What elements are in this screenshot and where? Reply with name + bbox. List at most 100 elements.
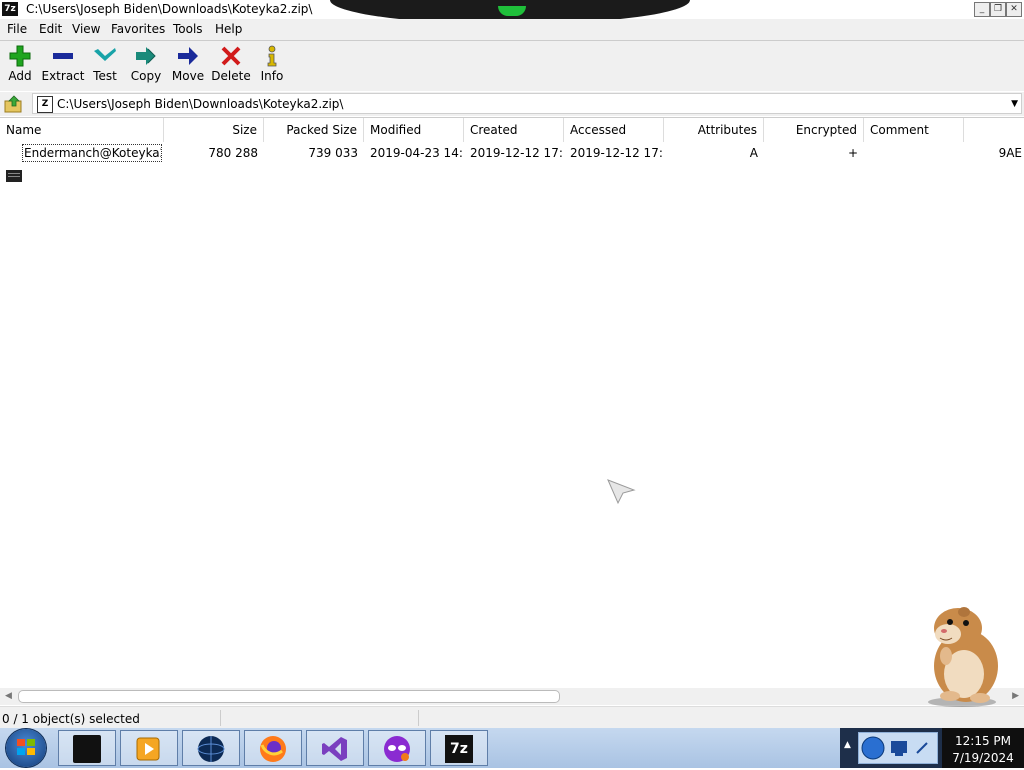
taskbar: 7z ▲ 12:15 PM 7/19/2024 [0, 728, 1024, 768]
plus-icon [9, 45, 31, 67]
info-label: Info [260, 69, 284, 83]
taskbar-terminal[interactable] [58, 730, 116, 766]
x-icon [221, 46, 241, 66]
scrollbar-thumb[interactable] [18, 690, 560, 703]
taskbar-firefox[interactable] [244, 730, 302, 766]
windows-logo-icon [17, 739, 35, 755]
cell-packed-size: 739 033 [308, 146, 358, 160]
chevron-down-icon[interactable]: ▼ [1011, 97, 1018, 112]
menu-view[interactable]: View [72, 22, 100, 37]
delete-label: Delete [211, 69, 251, 83]
column-header-accessed[interactable]: Accessed [564, 118, 664, 142]
globe-icon [197, 736, 225, 762]
taskbar-7zip[interactable]: 7z [430, 730, 488, 766]
extract-label: Extract [41, 69, 85, 83]
status-led-icon [498, 6, 526, 16]
extract-button[interactable]: Extract [40, 41, 86, 91]
column-header-packed-size[interactable]: Packed Size [264, 118, 364, 142]
window-title: C:\Users\Joseph Biden\Downloads\Koteyka2… [26, 2, 313, 16]
status-bar: 0 / 1 object(s) selected [0, 706, 1024, 729]
cell-encrypted: + [847, 146, 858, 160]
network-icon [861, 736, 928, 760]
menu-help[interactable]: Help [215, 22, 242, 37]
cell-size: 780 288 [208, 146, 258, 160]
tray-expand-icon[interactable]: ▲ [844, 740, 851, 750]
move-button[interactable]: Move [168, 41, 208, 91]
table-row[interactable]: Endermanch@Koteyka2... 780 288 739 033 2… [0, 142, 1024, 182]
clock-time: 12:15 PM [955, 734, 1011, 748]
file-list: Name Size Packed Size Modified Created A… [0, 117, 1024, 706]
system-tray: ▲ [840, 728, 942, 768]
menu-tools[interactable]: Tools [173, 22, 203, 37]
address-bar: Z C:\Users\Joseph Biden\Downloads\Koteyk… [0, 92, 1024, 116]
7zip-icon: 7z [445, 735, 473, 763]
terminal-icon [73, 735, 101, 763]
status-divider [220, 710, 221, 726]
test-label: Test [93, 69, 117, 83]
test-button[interactable]: Test [86, 41, 124, 91]
taskbar-visual-studio[interactable] [306, 730, 364, 766]
cell-accessed: 2019-12-12 17:12 [570, 146, 664, 160]
firefox-icon [260, 736, 286, 762]
cell-overflow: 9AE [998, 146, 1022, 160]
address-path: C:\Users\Joseph Biden\Downloads\Koteyka2… [57, 97, 344, 111]
mouse-pointer-icon [607, 479, 636, 505]
column-header-created[interactable]: Created [464, 118, 564, 142]
move-label: Move [171, 69, 205, 83]
hamster-pet-icon [928, 607, 998, 707]
copy-label: Copy [130, 69, 162, 83]
visual-studio-icon [322, 737, 347, 761]
column-header-attributes[interactable]: Attributes [664, 118, 764, 142]
minus-icon [53, 53, 73, 59]
horizontal-scrollbar[interactable]: ◀ ▶ [0, 688, 1024, 705]
taskbar-media-player[interactable] [120, 730, 178, 766]
column-header-size[interactable]: Size [164, 118, 264, 142]
cell-attributes: A [749, 146, 758, 160]
copy-button[interactable]: Copy [124, 41, 168, 91]
address-field[interactable]: Z C:\Users\Joseph Biden\Downloads\Koteyk… [32, 93, 1022, 114]
taskbar-clock[interactable]: 12:15 PM 7/19/2024 [942, 728, 1024, 768]
menu-favorites[interactable]: Favorites [111, 22, 165, 37]
column-header-extra [964, 118, 1024, 142]
file-icon [6, 170, 22, 182]
menu-file[interactable]: File [7, 22, 27, 37]
menu-bar: File Edit View Favorites Tools Help [0, 19, 1024, 41]
start-button[interactable] [6, 729, 46, 767]
status-divider [418, 710, 419, 726]
info-button[interactable]: Info [254, 41, 290, 91]
column-header-name[interactable]: Name [0, 118, 164, 142]
scroll-left-icon[interactable]: ◀ [5, 689, 12, 704]
mask-icon [384, 736, 410, 762]
arrow-right-icon [178, 47, 198, 65]
zip-icon: Z [37, 96, 53, 113]
clock-date: 7/19/2024 [952, 751, 1014, 765]
column-header-comment[interactable]: Comment [864, 118, 964, 142]
cell-modified: 2019-04-23 14:11 [370, 146, 464, 160]
restore-button[interactable]: ❐ [990, 2, 1006, 17]
app-icon: 7z [2, 2, 18, 16]
close-button[interactable]: ✕ [1006, 2, 1022, 17]
taskbar-mask-app[interactable] [368, 730, 426, 766]
selection-status: 0 / 1 object(s) selected [2, 712, 140, 726]
scroll-right-icon[interactable]: ▶ [1012, 689, 1019, 704]
cell-created: 2019-12-12 17:12 [470, 146, 564, 160]
column-header-modified[interactable]: Modified [364, 118, 464, 142]
check-icon [94, 48, 116, 61]
cell-name[interactable]: Endermanch@Koteyka2... [22, 144, 162, 162]
folder-up-icon [4, 95, 22, 113]
toolbar: Add Extract Test Copy Move Delete Info [0, 41, 1024, 91]
add-button[interactable]: Add [0, 41, 40, 91]
add-label: Add [8, 69, 32, 83]
info-icon [267, 45, 277, 67]
minimize-button[interactable]: _ [974, 2, 990, 17]
taskbar-globe[interactable] [182, 730, 240, 766]
column-header-encrypted[interactable]: Encrypted [764, 118, 864, 142]
up-folder-button[interactable] [4, 95, 24, 113]
cell-comment [864, 145, 964, 161]
tray-icons[interactable] [858, 732, 938, 764]
menu-edit[interactable]: Edit [39, 22, 62, 37]
media-player-icon [136, 737, 160, 761]
delete-button[interactable]: Delete [208, 41, 254, 91]
double-arrow-icon [136, 47, 156, 65]
title-bar: 7z C:\Users\Joseph Biden\Downloads\Kotey… [0, 0, 1024, 24]
